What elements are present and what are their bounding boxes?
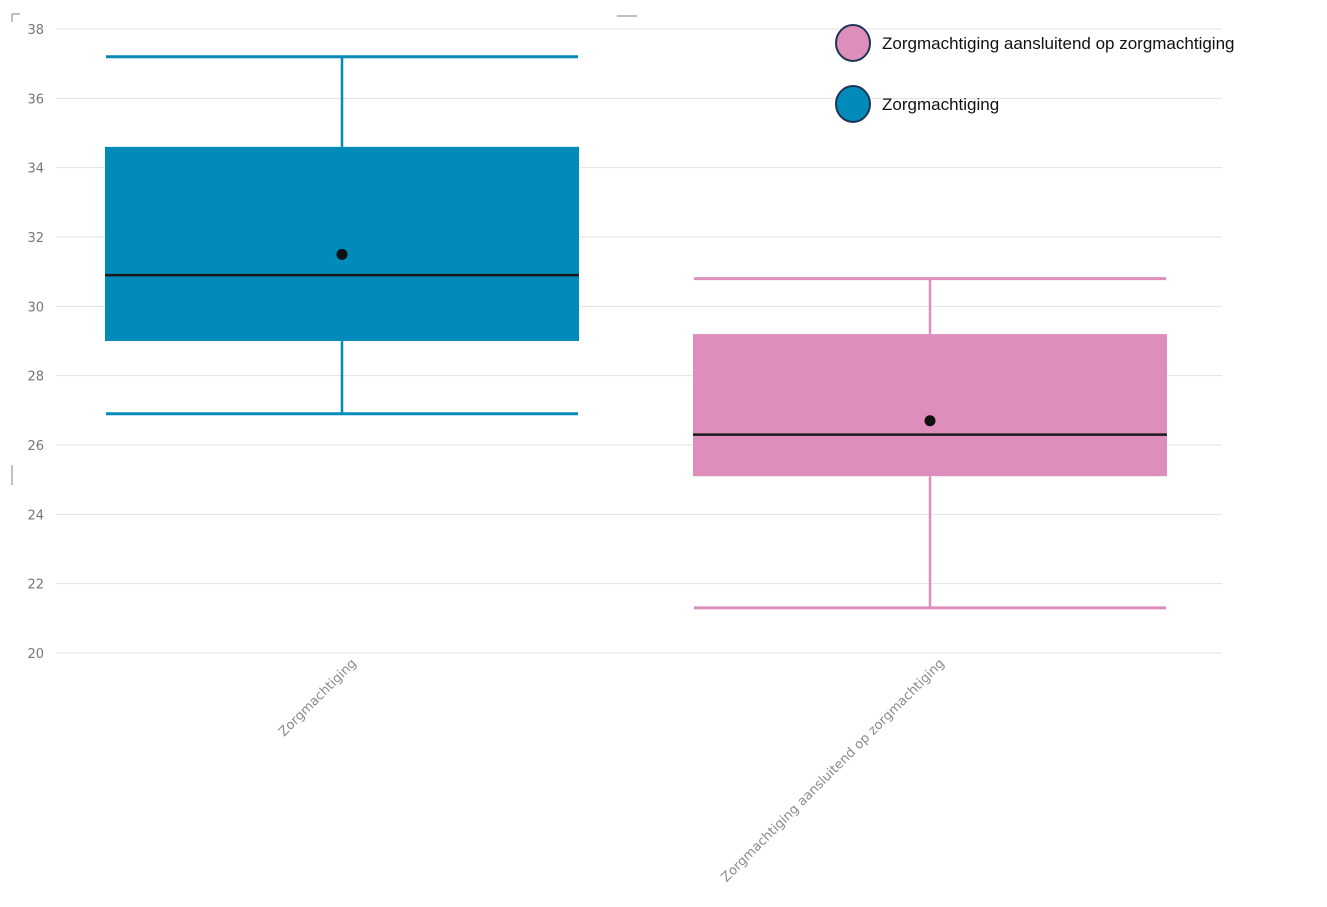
y-tick-label: 28 [27, 370, 44, 385]
y-tick-label: 34 [27, 162, 44, 177]
y-tick-label: 36 [27, 92, 44, 107]
legend[interactable]: Zorgmachtiging aansluitend op zorgmachti… [835, 24, 1234, 123]
mean-marker [336, 248, 348, 260]
x-category-label: Zorgmachtiging aansluitend op zorgmachti… [719, 656, 948, 885]
box-iqr [693, 334, 1167, 477]
y-tick-label: 20 [27, 647, 44, 662]
legend-label: Zorgmachtiging [882, 95, 999, 114]
y-axis: 20 22 24 26 28 30 32 34 36 38 [27, 23, 44, 662]
x-axis: Zorgmachtiging Zorgmachtiging aansluitend… [276, 656, 948, 885]
plot-area [105, 55, 1167, 610]
mean-marker [924, 415, 936, 427]
box-iqr [105, 146, 579, 341]
y-tick-label: 26 [27, 439, 44, 454]
y-tick-label: 30 [27, 300, 44, 315]
legend-label: Zorgmachtiging aansluitend op zorgmachti… [882, 34, 1234, 53]
y-tick-label: 38 [27, 23, 44, 38]
box-group [693, 277, 1167, 610]
legend-swatch [835, 85, 871, 123]
y-tick-label: 32 [27, 231, 44, 246]
y-tick-label: 22 [27, 578, 44, 593]
corner-mark [11, 13, 20, 22]
box-group [105, 55, 579, 416]
box-plot-chart: 20222426283032343638 Zorgmachtiging Zorgm… [11, 13, 1234, 885]
legend-swatch [835, 24, 871, 62]
y-tick-label: 24 [27, 508, 44, 523]
x-category-label: Zorgmachtiging [276, 656, 360, 740]
